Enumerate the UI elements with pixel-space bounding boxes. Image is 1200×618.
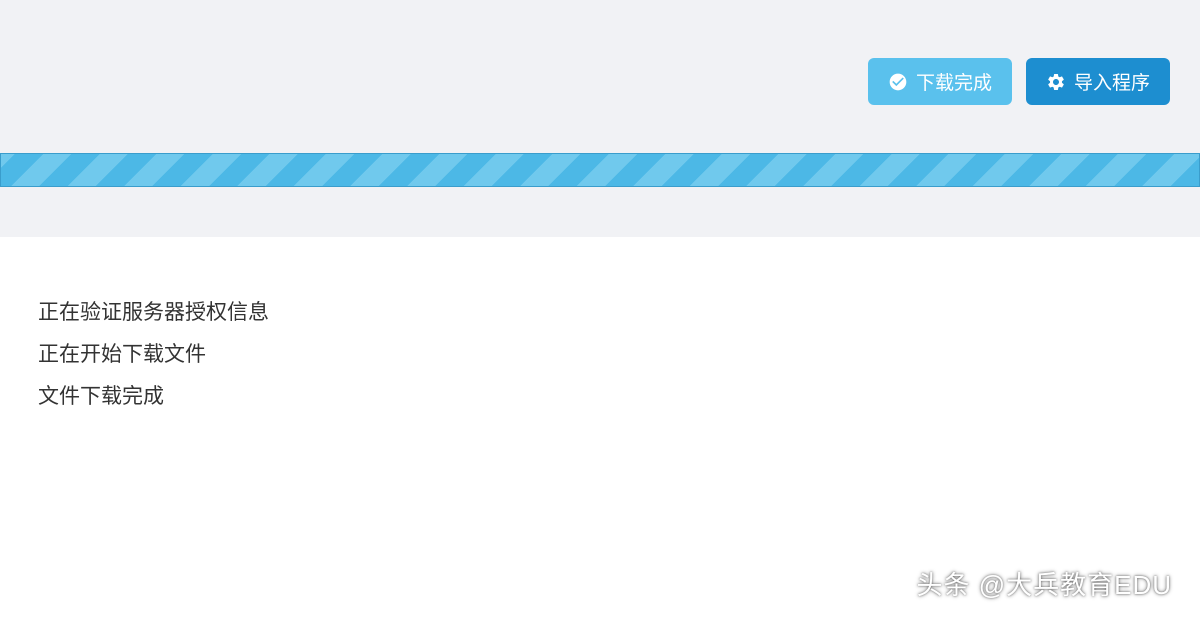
log-panel: 正在验证服务器授权信息 正在开始下载文件 文件下载完成: [0, 237, 1200, 618]
log-line: 文件下载完成: [38, 376, 1162, 418]
check-circle-icon: [888, 72, 908, 92]
watermark: 头条 @大兵教育EDU: [916, 565, 1172, 602]
import-program-label: 导入程序: [1074, 68, 1150, 95]
import-program-button[interactable]: 导入程序: [1026, 58, 1170, 105]
log-line: 正在开始下载文件: [38, 334, 1162, 376]
download-complete-button[interactable]: 下载完成: [868, 58, 1012, 105]
progress-bar: [0, 153, 1200, 187]
download-complete-label: 下载完成: [916, 68, 992, 95]
gear-icon: [1046, 72, 1066, 92]
toolbar: 下载完成 导入程序: [0, 0, 1200, 105]
log-line: 正在验证服务器授权信息: [38, 292, 1162, 334]
